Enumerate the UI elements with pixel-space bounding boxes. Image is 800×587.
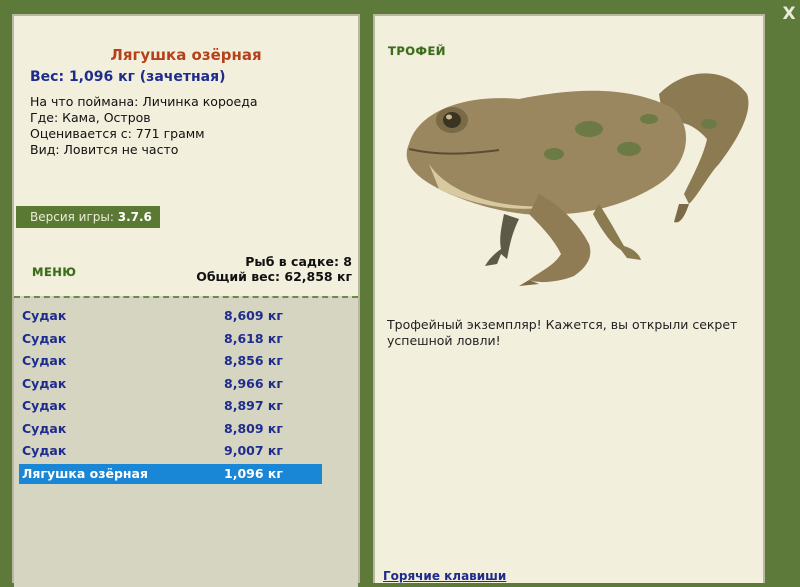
- list-item[interactable]: Судак 8,809 кг: [19, 419, 322, 439]
- hotkeys-link[interactable]: Горячие клавиши: [383, 569, 506, 583]
- fish-name: Судак: [22, 308, 67, 323]
- game-version-badge: Версия игры: 3.7.6: [16, 206, 160, 228]
- frog-image: [406, 73, 749, 286]
- keepnet-list: Судак 8,609 кг Судак 8,618 кг Судак 8,85…: [14, 296, 358, 587]
- fish-weight: 8,966 кг: [224, 376, 283, 391]
- catch-rarity: Вид: Ловится не часто: [30, 142, 179, 157]
- fish-weight: 8,897 кг: [224, 398, 283, 413]
- catch-rated-from: Оценивается с: 771 грамм: [30, 126, 205, 141]
- catch-location: Где: Кама, Остров: [30, 110, 151, 125]
- menu-button[interactable]: МЕНЮ: [32, 265, 76, 279]
- keepnet-count: Рыб в садке: 8: [245, 254, 352, 269]
- fish-name: Судак: [22, 443, 67, 458]
- fish-name: Судак: [22, 376, 67, 391]
- fish-weight: 8,809 кг: [224, 421, 283, 436]
- catch-info-panel: Лягушка озёрная Вес: 1,096 кг (зачетная)…: [12, 14, 360, 587]
- list-item[interactable]: Судак 8,856 кг: [19, 351, 322, 371]
- fish-name: Судак: [22, 421, 67, 436]
- fish-weight: 1,096 кг: [224, 466, 283, 481]
- list-item-selected[interactable]: Лягушка озёрная 1,096 кг: [19, 464, 322, 484]
- catch-details: Лягушка озёрная Вес: 1,096 кг (зачетная)…: [14, 16, 358, 194]
- fish-name: Судак: [22, 353, 67, 368]
- fish-name: Судак: [22, 398, 67, 413]
- keepnet-total-weight: Общий вес: 62,858 кг: [196, 269, 352, 284]
- fish-weight: 9,007 кг: [224, 443, 283, 458]
- close-icon[interactable]: X: [779, 4, 799, 24]
- version-label: Версия игры:: [30, 210, 118, 224]
- fish-name: Лягушка озёрная: [22, 466, 149, 481]
- version-value: 3.7.6: [117, 210, 152, 224]
- catch-title: Лягушка озёрная: [110, 46, 262, 64]
- fish-weight: 8,618 кг: [224, 331, 283, 346]
- fish-weight: 8,609 кг: [224, 308, 283, 323]
- fish-weight: 8,856 кг: [224, 353, 283, 368]
- fish-name: Судак: [22, 331, 67, 346]
- list-item[interactable]: Судак 8,609 кг: [19, 306, 322, 326]
- list-item[interactable]: Судак 8,897 кг: [19, 396, 322, 416]
- catch-weight: Вес: 1,096 кг (зачетная): [30, 69, 226, 85]
- trophy-panel: ТРОФЕЙ Трофейный экземпляр! Кажется, вы …: [373, 14, 765, 583]
- catch-bait: На что поймана: Личинка короеда: [30, 94, 258, 109]
- list-item[interactable]: Судак 8,966 кг: [19, 374, 322, 394]
- trophy-message: Трофейный экземпляр! Кажется, вы открыли…: [387, 317, 738, 348]
- list-item[interactable]: Судак 8,618 кг: [19, 329, 322, 349]
- list-item[interactable]: Судак 9,007 кг: [19, 441, 322, 461]
- keepnet-summary: Рыб в садке: 8 Общий вес: 62,858 кг: [196, 254, 352, 284]
